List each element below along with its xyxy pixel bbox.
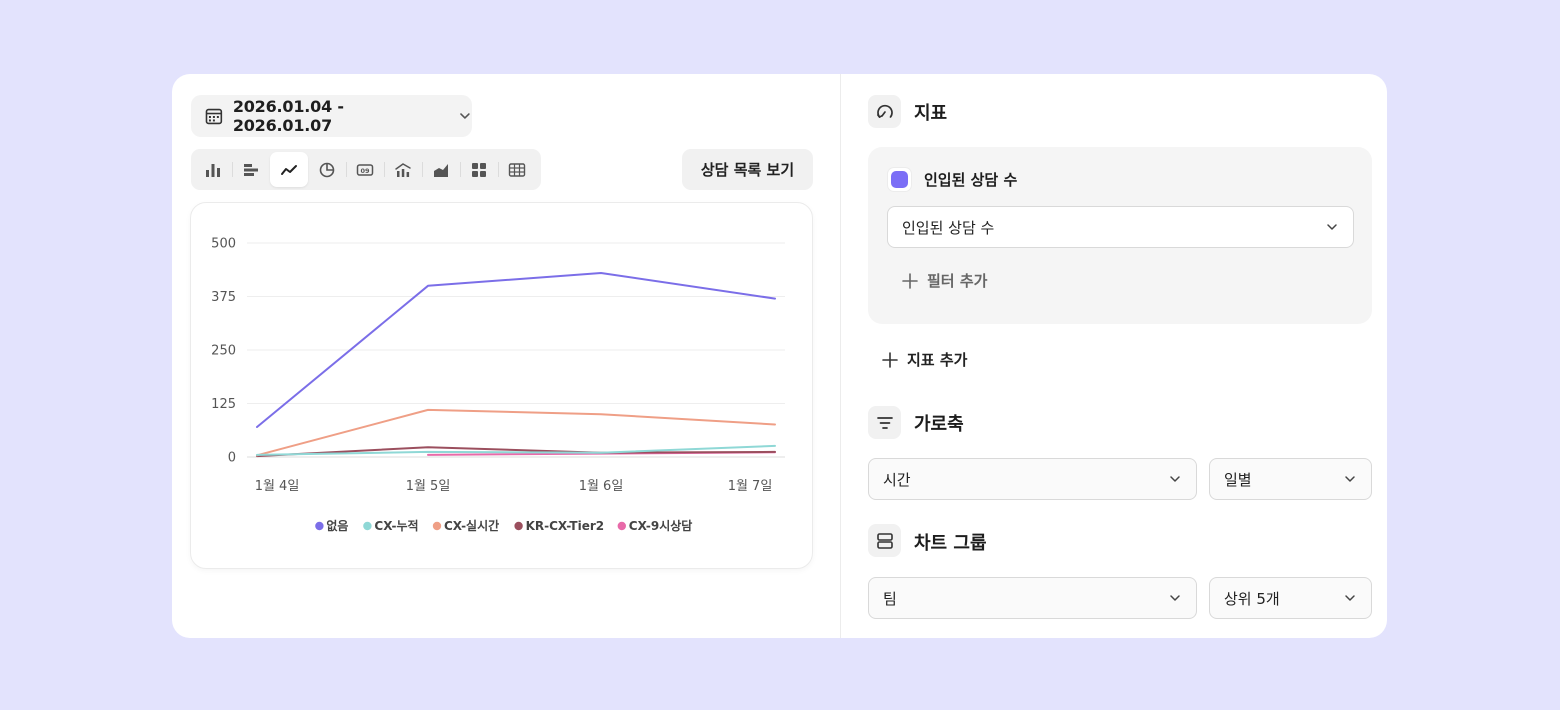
- y-tick-label: 500: [211, 237, 236, 252]
- line-chart-container: 500 375 250 125 0 1월 4일 1월 5일 1월 6일 1월 7일없음 CX-누적…: [190, 202, 813, 569]
- x-axis-section-icon-box: [868, 406, 901, 439]
- x-tick-label: 1월 7일: [728, 479, 773, 494]
- date-range-label: 2026.01.04 - 2026.01.07: [232, 97, 344, 135]
- chevron-down-icon: [1345, 595, 1355, 601]
- chart-group-limit-value: 상위 5개: [1224, 589, 1280, 608]
- chart-type-line[interactable]: [270, 152, 308, 187]
- legend-marker: [432, 521, 442, 531]
- legend-marker: [514, 521, 523, 531]
- metric-item-header: 인입된 상담 수: [888, 168, 1017, 191]
- svg-text:09: 09: [360, 166, 370, 174]
- chart-type-bar[interactable]: [194, 152, 232, 187]
- group-rows-icon: [876, 532, 893, 549]
- chart-group-field-select[interactable]: 팀: [868, 577, 1197, 619]
- chart-type-combo[interactable]: [384, 152, 422, 187]
- metric-item-label: 인입된 상담 수: [924, 171, 1018, 189]
- chevron-down-icon: [1345, 476, 1355, 482]
- chart-type-grid[interactable]: [460, 152, 498, 187]
- metric-section-icon-box: [868, 95, 901, 128]
- line-chart-icon: [281, 164, 297, 175]
- x-tick-label: 1월 4일: [255, 479, 300, 494]
- chart-type-toolbar: 09: [191, 149, 541, 190]
- legend-label: CX-누적: [374, 518, 418, 533]
- date-range-picker[interactable]: 2026.01.04 - 2026.01.07: [191, 95, 472, 137]
- add-filter-button[interactable]: 필터 추가: [901, 270, 987, 291]
- chart-group-section-title: 차트 그룹: [914, 533, 987, 554]
- chart-group-section-icon-box: [868, 524, 901, 557]
- add-filter-label: 필터 추가: [927, 272, 988, 290]
- metric-select[interactable]: 인입된 상담 수: [887, 206, 1354, 248]
- y-tick-label: 375: [211, 290, 236, 305]
- y-tick-label: 0: [228, 451, 236, 466]
- chart-group-limit-select[interactable]: 상위 5개: [1209, 577, 1372, 619]
- plus-icon: [882, 351, 898, 368]
- bar-chart-icon: [206, 163, 220, 177]
- calendar-icon: [205, 108, 223, 125]
- chart-type-table[interactable]: [498, 152, 536, 187]
- chart-type-horizontal-bar[interactable]: [232, 152, 270, 187]
- add-metric-button[interactable]: 지표 추가: [881, 349, 967, 370]
- chart-type-number[interactable]: 09: [346, 152, 384, 187]
- x-tick-label: 1월 6일: [579, 479, 624, 494]
- report-card: 2026.01.04 - 2026.01.07 09 상담 목록 보기 500 …: [172, 74, 1387, 638]
- chevron-down-icon: [1170, 595, 1180, 601]
- panel-divider: [840, 74, 841, 638]
- legend-label: CX-실시간: [444, 518, 499, 533]
- chart-type-pie[interactable]: [308, 152, 346, 187]
- line-chart: 500 375 250 125 0 1월 4일 1월 5일 1월 6일 1월 7일없음 CX-누적…: [211, 237, 785, 533]
- x-axis-field-value: 시간: [883, 470, 911, 489]
- chevron-down-icon: [1170, 476, 1180, 482]
- legend-marker: [363, 521, 372, 531]
- y-tick-label: 250: [211, 344, 236, 359]
- grid-icon: [472, 162, 486, 177]
- x-tick-label: 1월 5일: [406, 479, 451, 494]
- filter-lines-icon: [876, 416, 893, 429]
- x-axis-interval-select[interactable]: 일별: [1209, 458, 1372, 500]
- chevron-down-icon: [460, 113, 470, 119]
- chart-group-field-value: 팀: [883, 589, 897, 608]
- legend-label: KR-CX-Tier2: [526, 519, 605, 533]
- view-consultation-list-button[interactable]: 상담 목록 보기: [682, 149, 813, 190]
- legend-marker: [617, 521, 626, 531]
- gauge-icon: [876, 104, 893, 118]
- y-tick-label: 125: [211, 397, 236, 412]
- legend-label: 없음: [326, 518, 348, 533]
- legend-marker: [315, 521, 324, 531]
- x-axis-interval-value: 일별: [1224, 470, 1252, 489]
- plus-icon: [902, 272, 918, 289]
- metric-panel: 인입된 상담 수 인입된 상담 수 필터 추가: [868, 147, 1372, 324]
- x-axis-section-title: 가로축: [914, 414, 964, 435]
- area-chart-icon: [434, 163, 448, 177]
- x-axis-field-select[interactable]: 시간: [868, 458, 1197, 500]
- horizontal-bar-icon: [244, 163, 258, 176]
- combo-chart-icon: [395, 162, 411, 177]
- metric-select-value: 인입된 상담 수: [902, 218, 995, 237]
- number-card-icon: 09: [356, 163, 374, 176]
- metric-color-swatch[interactable]: [888, 168, 911, 191]
- chart-type-area[interactable]: [422, 152, 460, 187]
- legend-label: CX-9시상담: [629, 518, 693, 533]
- add-metric-label: 지표 추가: [907, 351, 968, 369]
- metric-section-title: 지표: [914, 103, 948, 124]
- chevron-down-icon: [1327, 224, 1337, 230]
- table-icon: [508, 162, 526, 177]
- pie-chart-icon: [319, 162, 335, 177]
